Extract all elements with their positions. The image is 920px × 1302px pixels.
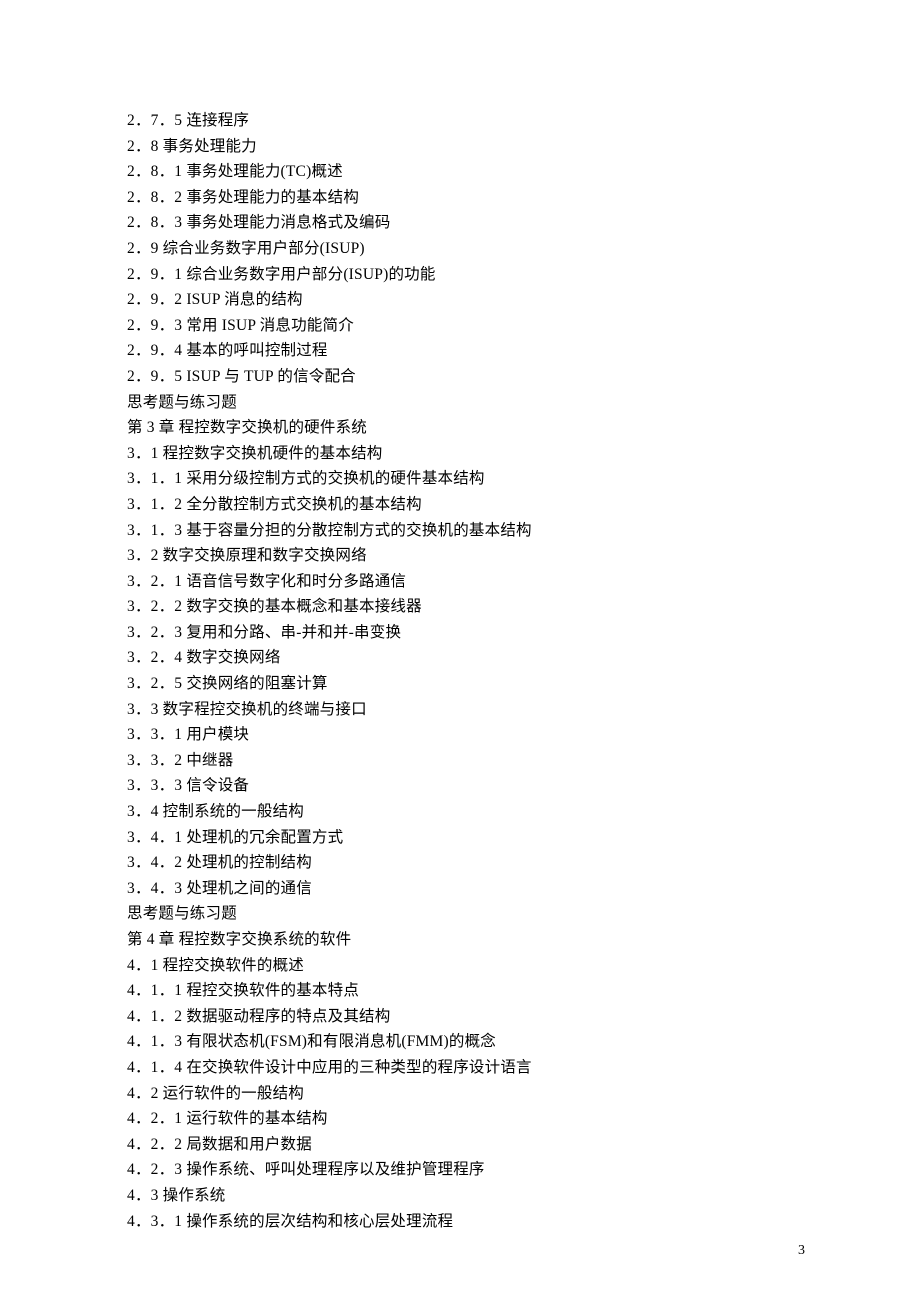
toc-line: 3．3．2 中继器 — [127, 748, 807, 774]
toc-line: 4．3．1 操作系统的层次结构和核心层处理流程 — [127, 1209, 807, 1235]
toc-line: 3．4．3 处理机之间的通信 — [127, 876, 807, 902]
toc-line: 3．3 数字程控交换机的终端与接口 — [127, 697, 807, 723]
toc-line: 3．2．1 语音信号数字化和时分多路通信 — [127, 569, 807, 595]
page-number: 3 — [798, 1243, 805, 1259]
toc-line: 2．8．1 事务处理能力(TC)概述 — [127, 159, 807, 185]
toc-line: 第 4 章 程控数字交换系统的软件 — [127, 927, 807, 953]
toc-line: 3．3．3 信令设备 — [127, 773, 807, 799]
toc-line: 3．1．2 全分散控制方式交换机的基本结构 — [127, 492, 807, 518]
toc-line: 4．1．1 程控交换软件的基本特点 — [127, 978, 807, 1004]
toc-line: 3．1 程控数字交换机硬件的基本结构 — [127, 441, 807, 467]
toc-line: 3．1．1 采用分级控制方式的交换机的硬件基本结构 — [127, 466, 807, 492]
toc-content: 2．7．5 连接程序 2．8 事务处理能力 2．8．1 事务处理能力(TC)概述… — [127, 108, 807, 1234]
toc-line: 第 3 章 程控数字交换机的硬件系统 — [127, 415, 807, 441]
toc-line: 2．9．3 常用 ISUP 消息功能简介 — [127, 313, 807, 339]
toc-line: 3．2 数字交换原理和数字交换网络 — [127, 543, 807, 569]
toc-line: 3．4 控制系统的一般结构 — [127, 799, 807, 825]
toc-line: 4．2 运行软件的一般结构 — [127, 1081, 807, 1107]
toc-line: 4．1．3 有限状态机(FSM)和有限消息机(FMM)的概念 — [127, 1029, 807, 1055]
toc-line: 3．2．2 数字交换的基本概念和基本接线器 — [127, 594, 807, 620]
toc-line: 3．4．2 处理机的控制结构 — [127, 850, 807, 876]
toc-line: 3．1．3 基于容量分担的分散控制方式的交换机的基本结构 — [127, 518, 807, 544]
toc-line: 4．1．2 数据驱动程序的特点及其结构 — [127, 1004, 807, 1030]
toc-line: 3．2．3 复用和分路、串-并和并-串变换 — [127, 620, 807, 646]
toc-line: 2．9．1 综合业务数字用户部分(ISUP)的功能 — [127, 262, 807, 288]
toc-line: 4．2．3 操作系统、呼叫处理程序以及维护管理程序 — [127, 1157, 807, 1183]
toc-line: 2．9．2 ISUP 消息的结构 — [127, 287, 807, 313]
toc-line: 4．2．2 局数据和用户数据 — [127, 1132, 807, 1158]
toc-line: 4．1 程控交换软件的概述 — [127, 953, 807, 979]
toc-line: 3．4．1 处理机的冗余配置方式 — [127, 825, 807, 851]
toc-line: 2．9．4 基本的呼叫控制过程 — [127, 338, 807, 364]
toc-line: 4．1．4 在交换软件设计中应用的三种类型的程序设计语言 — [127, 1055, 807, 1081]
toc-line: 2．9 综合业务数字用户部分(ISUP) — [127, 236, 807, 262]
toc-line: 4．2．1 运行软件的基本结构 — [127, 1106, 807, 1132]
toc-line: 思考题与练习题 — [127, 390, 807, 416]
toc-line: 2．8 事务处理能力 — [127, 134, 807, 160]
toc-line: 3．3．1 用户模块 — [127, 722, 807, 748]
toc-line: 2．7．5 连接程序 — [127, 108, 807, 134]
toc-line: 思考题与练习题 — [127, 901, 807, 927]
toc-line: 3．2．5 交换网络的阻塞计算 — [127, 671, 807, 697]
toc-line: 2．8．3 事务处理能力消息格式及编码 — [127, 210, 807, 236]
toc-line: 2．9．5 ISUP 与 TUP 的信令配合 — [127, 364, 807, 390]
toc-line: 2．8．2 事务处理能力的基本结构 — [127, 185, 807, 211]
toc-line: 4．3 操作系统 — [127, 1183, 807, 1209]
toc-line: 3．2．4 数字交换网络 — [127, 645, 807, 671]
